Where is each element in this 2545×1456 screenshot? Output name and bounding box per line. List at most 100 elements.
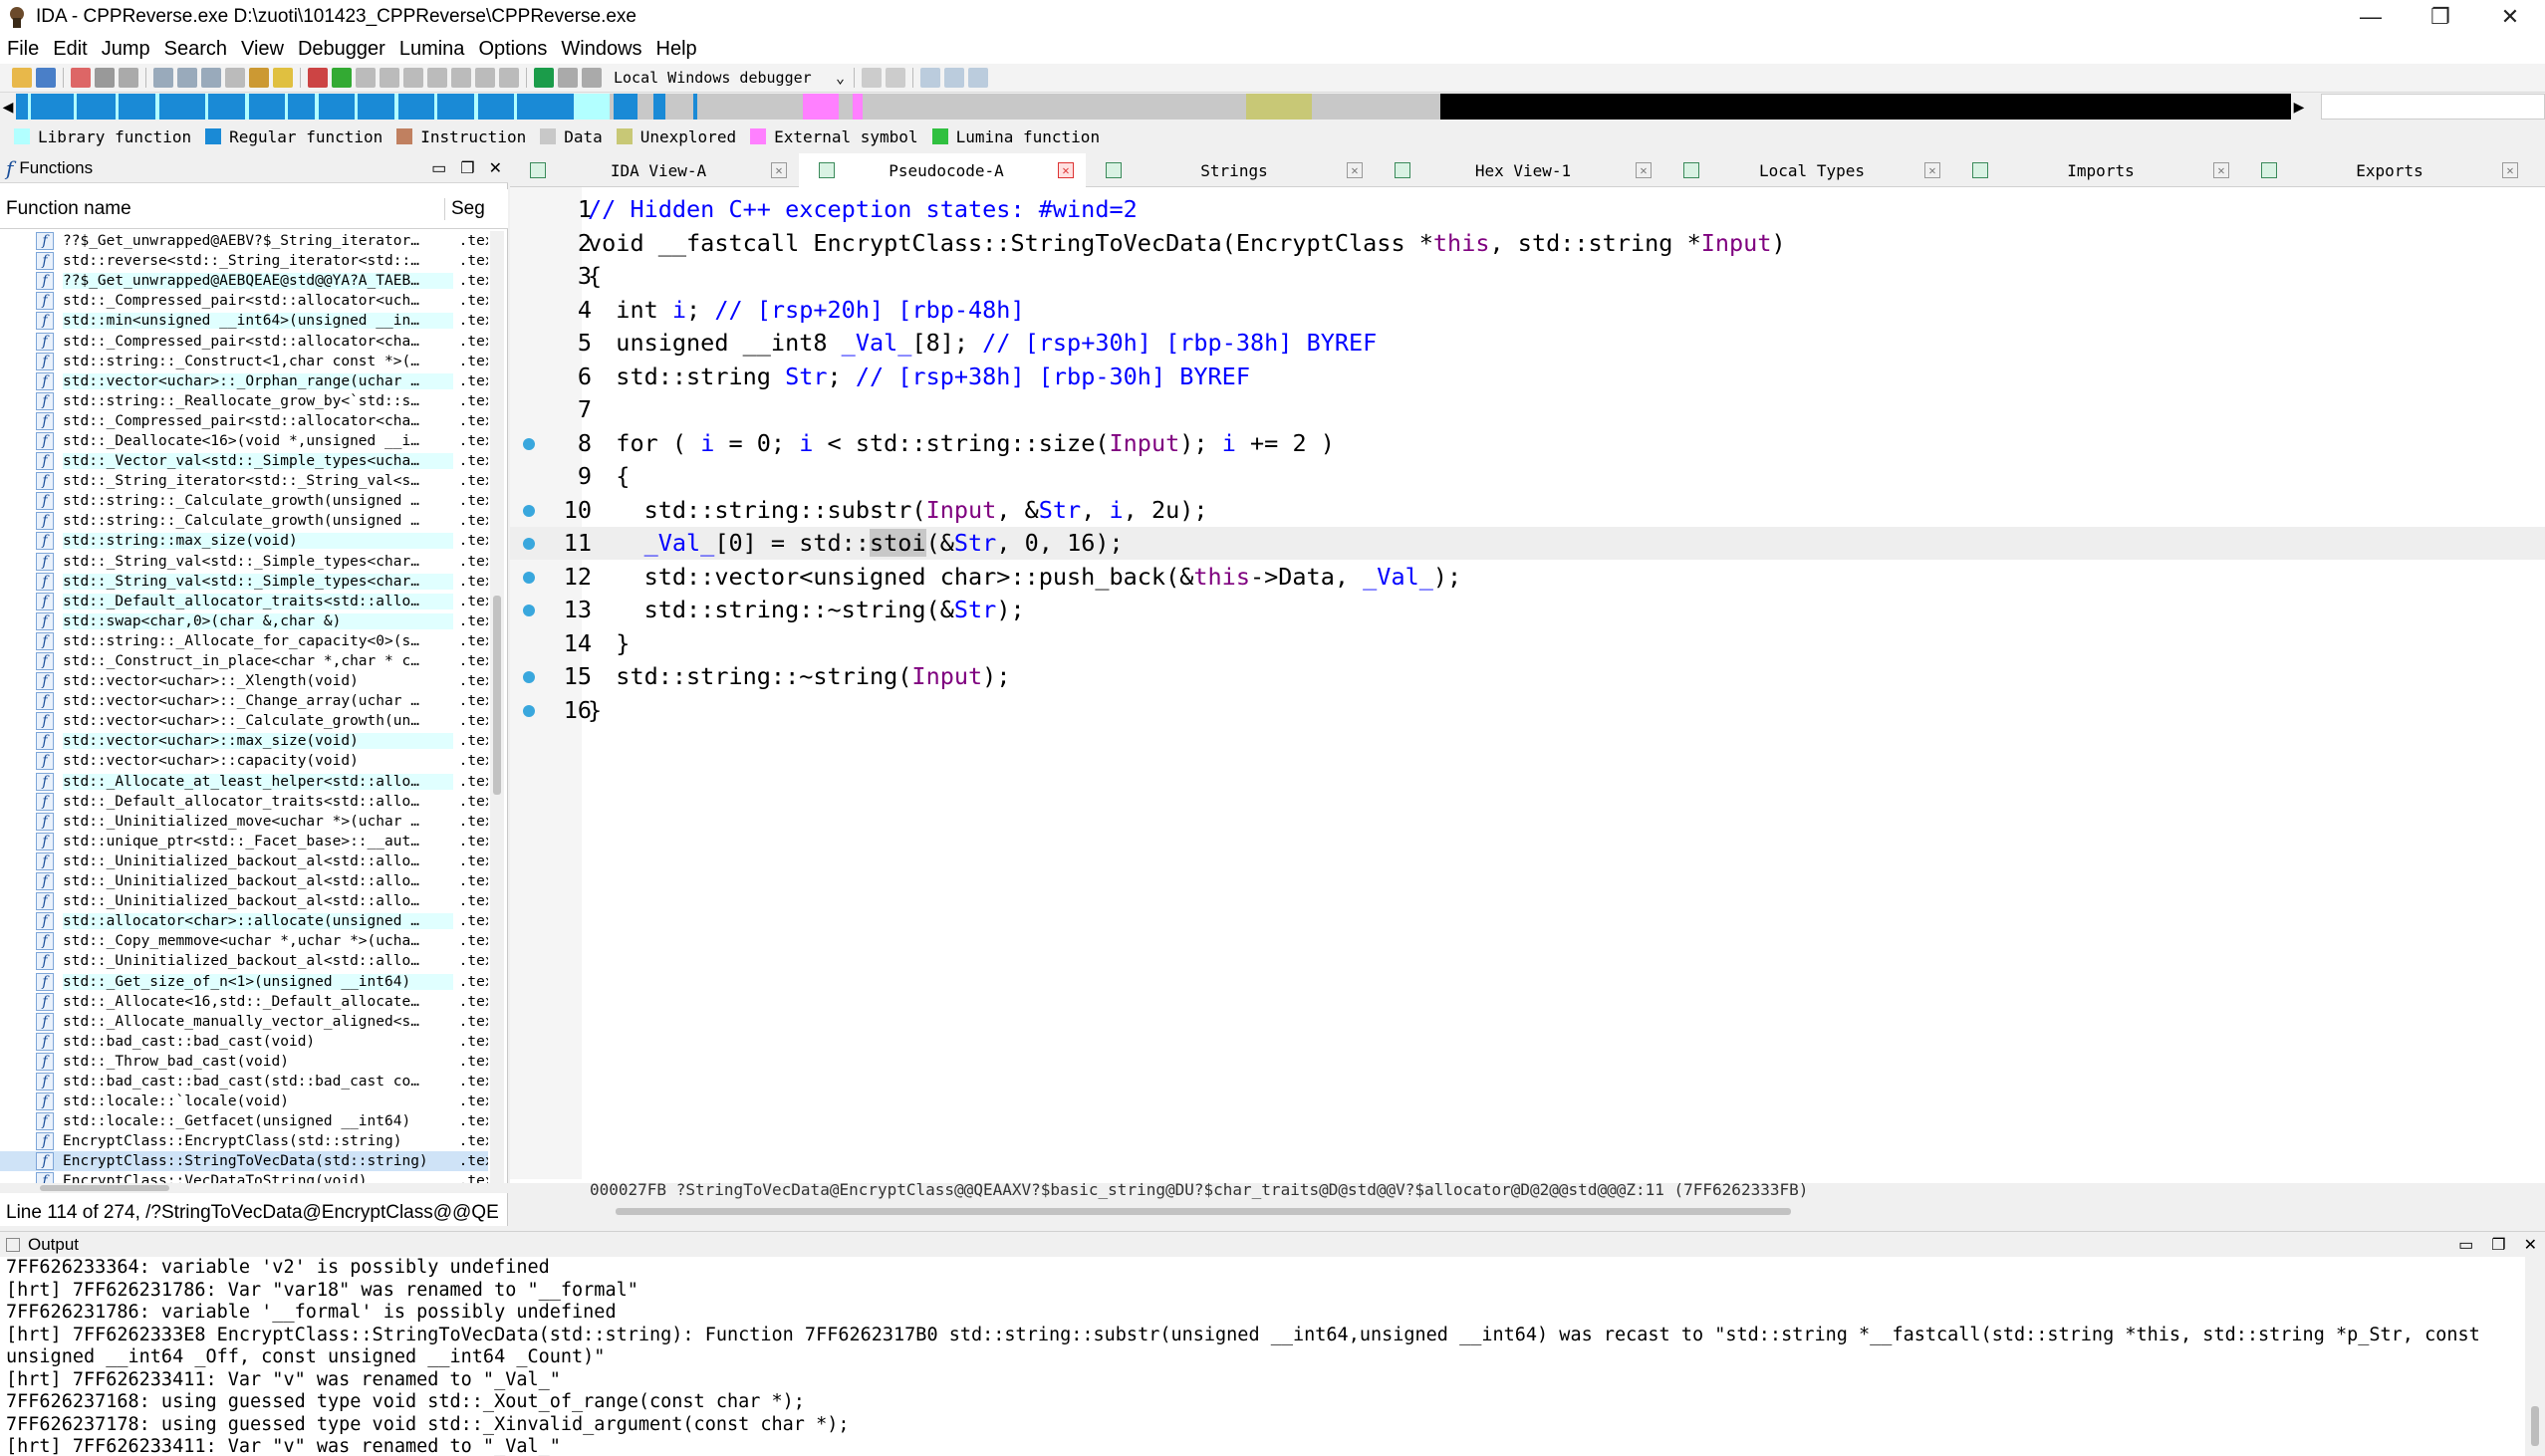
nav-band-dropdown[interactable] (2321, 94, 2545, 120)
function-row[interactable]: f std::bad_cast::bad_cast(void) .tex (0, 1032, 488, 1052)
breakpoint-dot-icon[interactable] (523, 605, 535, 616)
immediate-search-icon[interactable] (225, 68, 245, 88)
save-icon[interactable] (36, 68, 56, 88)
code-icon[interactable] (356, 68, 376, 88)
function-row[interactable]: f std::min<unsigned __int64>(unsigned __i… (0, 311, 488, 331)
function-row[interactable]: f std::_Uninitialized_backout_al<std::all… (0, 891, 488, 911)
function-row[interactable]: f std::_Allocate<16,std::_Default_allocat… (0, 992, 488, 1012)
tab-exports[interactable]: Exports ✕ (2241, 153, 2530, 187)
menu-lumina[interactable]: Lumina (392, 38, 472, 61)
minimize-button[interactable]: — (2336, 0, 2406, 34)
stop-debug-icon[interactable] (582, 68, 602, 88)
function-row[interactable]: f std::locale::_Getfacet(unsigned __int64… (0, 1111, 488, 1131)
function-row[interactable]: f ??$_Get_unwrapped@AEBV?$_String_iterato… (0, 231, 488, 251)
menu-windows[interactable]: Windows (554, 38, 648, 61)
function-row[interactable]: f std::string::max_size(void) .tex (0, 531, 488, 551)
code-line[interactable]: 6 std::string Str; // [rsp+38h] [rbp-30h… (510, 361, 2545, 393)
function-row[interactable]: f std::_String_iterator<std::_String_val<… (0, 471, 488, 491)
forward-icon[interactable] (95, 68, 115, 88)
function-row[interactable]: f std::vector<uchar>::_Xlength(void) .tex (0, 671, 488, 691)
function-row[interactable]: f std::vector<uchar>::_Change_array(uchar… (0, 691, 488, 711)
step-over-icon[interactable] (886, 68, 905, 88)
tab-hex-view-1[interactable]: Hex View-1 ✕ (1375, 153, 1663, 187)
tab-ida-view-a[interactable]: IDA View-A ✕ (510, 153, 799, 187)
binary-search-icon[interactable] (177, 68, 197, 88)
menu-search[interactable]: Search (157, 38, 234, 61)
function-row[interactable]: f std::_Compressed_pair<std::allocator<ch… (0, 331, 488, 351)
pane-close-icon[interactable]: ✕ (489, 158, 502, 178)
pane-close-icon[interactable]: ✕ (2524, 1235, 2537, 1255)
function-row[interactable]: f std::string::_Construct<1,char const *>… (0, 352, 488, 371)
function-row[interactable]: f std::_String_val<std::_Simple_types<cha… (0, 552, 488, 572)
function-row[interactable]: f std::_Throw_bad_cast(void) .tex (0, 1052, 488, 1072)
tab-close-icon[interactable]: ✕ (2213, 162, 2229, 178)
function-row[interactable]: f std::vector<uchar>::capacity(void) .tex (0, 751, 488, 771)
menu-view[interactable]: View (234, 38, 291, 61)
open-icon[interactable] (12, 68, 32, 88)
text-search-icon[interactable] (201, 68, 221, 88)
function-row[interactable]: f std::_Uninitialized_backout_al<std::all… (0, 951, 488, 971)
function-row[interactable]: f std::swap<char,0>(char &,char &) .tex (0, 611, 488, 631)
function-row[interactable]: f std::string::_Allocate_for_capacity<0>(… (0, 631, 488, 651)
function-row[interactable]: f std::_Uninitialized_backout_al<std::all… (0, 871, 488, 891)
pseudocode-horizontal-scrollbar[interactable] (588, 1205, 2545, 1219)
function-row[interactable]: f std::_Compressed_pair<std::allocator<ch… (0, 411, 488, 431)
code-line[interactable]: 9 { (510, 460, 2545, 493)
function-row[interactable]: f std::_Allocate_at_least_helper<std::all… (0, 772, 488, 792)
tab-close-icon[interactable]: ✕ (771, 162, 787, 178)
search-icon[interactable] (153, 68, 173, 88)
function-row[interactable]: f std::_Get_size_of_n<1>(unsigned __int64… (0, 971, 488, 991)
function-row[interactable]: f std::string::_Reallocate_grow_by<`std::… (0, 391, 488, 411)
code-line[interactable]: 16} (510, 694, 2545, 727)
code-line[interactable]: 14 } (510, 627, 2545, 660)
stop-icon[interactable] (308, 68, 328, 88)
array-icon[interactable] (451, 68, 471, 88)
function-row[interactable]: f std::_Construct_in_place<char *,char * … (0, 651, 488, 671)
function-row[interactable]: f EncryptClass::StringToVecData(std::stri… (0, 1151, 488, 1172)
breakpoint-dot-icon[interactable] (523, 538, 535, 550)
function-row[interactable]: f std::_Default_allocator_traits<std::all… (0, 792, 488, 812)
breakpoint-dot-icon[interactable] (523, 504, 535, 517)
function-icon[interactable] (499, 68, 519, 88)
scrollbar-thumb[interactable] (493, 596, 501, 795)
text-icon[interactable] (273, 68, 293, 88)
function-row[interactable]: f std::_Allocate_manually_vector_aligned<… (0, 1012, 488, 1032)
function-row[interactable]: f std::_String_val<std::_Simple_types<cha… (0, 572, 488, 592)
pane-restore-icon[interactable]: ▭ (431, 158, 446, 178)
lumina-icon[interactable] (332, 68, 352, 88)
proximity-icon[interactable] (968, 68, 988, 88)
enum-icon[interactable] (427, 68, 447, 88)
nav-scroll-right-icon[interactable]: ▶ (2291, 94, 2307, 120)
code-line[interactable]: 13 std::string::~string(&Str); (510, 594, 2545, 626)
menu-jump[interactable]: Jump (95, 38, 157, 61)
function-row[interactable]: f std::vector<uchar>::_Calculate_growth(u… (0, 711, 488, 731)
code-line[interactable]: 3{ (510, 260, 2545, 293)
pane-float-icon[interactable]: ❐ (460, 158, 474, 178)
function-row[interactable]: f std::unique_ptr<std::_Facet_base>::__au… (0, 832, 488, 851)
code-line[interactable]: 12 std::vector<unsigned char>::push_back… (510, 561, 2545, 594)
jump-icon[interactable] (119, 68, 138, 88)
tab-close-icon[interactable]: ✕ (1347, 162, 1363, 178)
menu-edit[interactable]: Edit (46, 38, 94, 61)
menu-help[interactable]: Help (649, 38, 704, 61)
function-row[interactable]: f std::vector<uchar>::_Orphan_range(uchar… (0, 371, 488, 391)
function-row[interactable]: f std::locale::`locale(void) .tex (0, 1092, 488, 1111)
code-line[interactable]: 7 (510, 393, 2545, 426)
function-row[interactable]: f std::vector<uchar>::max_size(void) .tex (0, 731, 488, 751)
maximize-button[interactable]: ❐ (2406, 0, 2475, 34)
output-vertical-scrollbar[interactable] (2525, 1257, 2545, 1456)
breakpoint-dot-icon[interactable] (523, 571, 535, 584)
offset-icon[interactable] (475, 68, 495, 88)
close-button[interactable]: ✕ (2475, 0, 2545, 34)
up-arrow-icon[interactable] (249, 68, 269, 88)
menu-options[interactable]: Options (471, 38, 554, 61)
breakpoint-dot-icon[interactable] (523, 671, 535, 683)
function-row[interactable]: f std::_Deallocate<16>(void *,unsigned __… (0, 431, 488, 451)
function-row[interactable]: f std::reverse<std::_String_iterator<std:… (0, 251, 488, 271)
navigation-band[interactable] (16, 94, 2291, 120)
function-row[interactable]: f EncryptClass::VecDataToString(void) .tex (0, 1171, 488, 1183)
data-icon[interactable] (380, 68, 399, 88)
struct-icon[interactable] (403, 68, 423, 88)
breakpoint-dot-icon[interactable] (523, 704, 535, 717)
function-row[interactable]: f std::_Uninitialized_move<uchar *>(uchar… (0, 812, 488, 832)
